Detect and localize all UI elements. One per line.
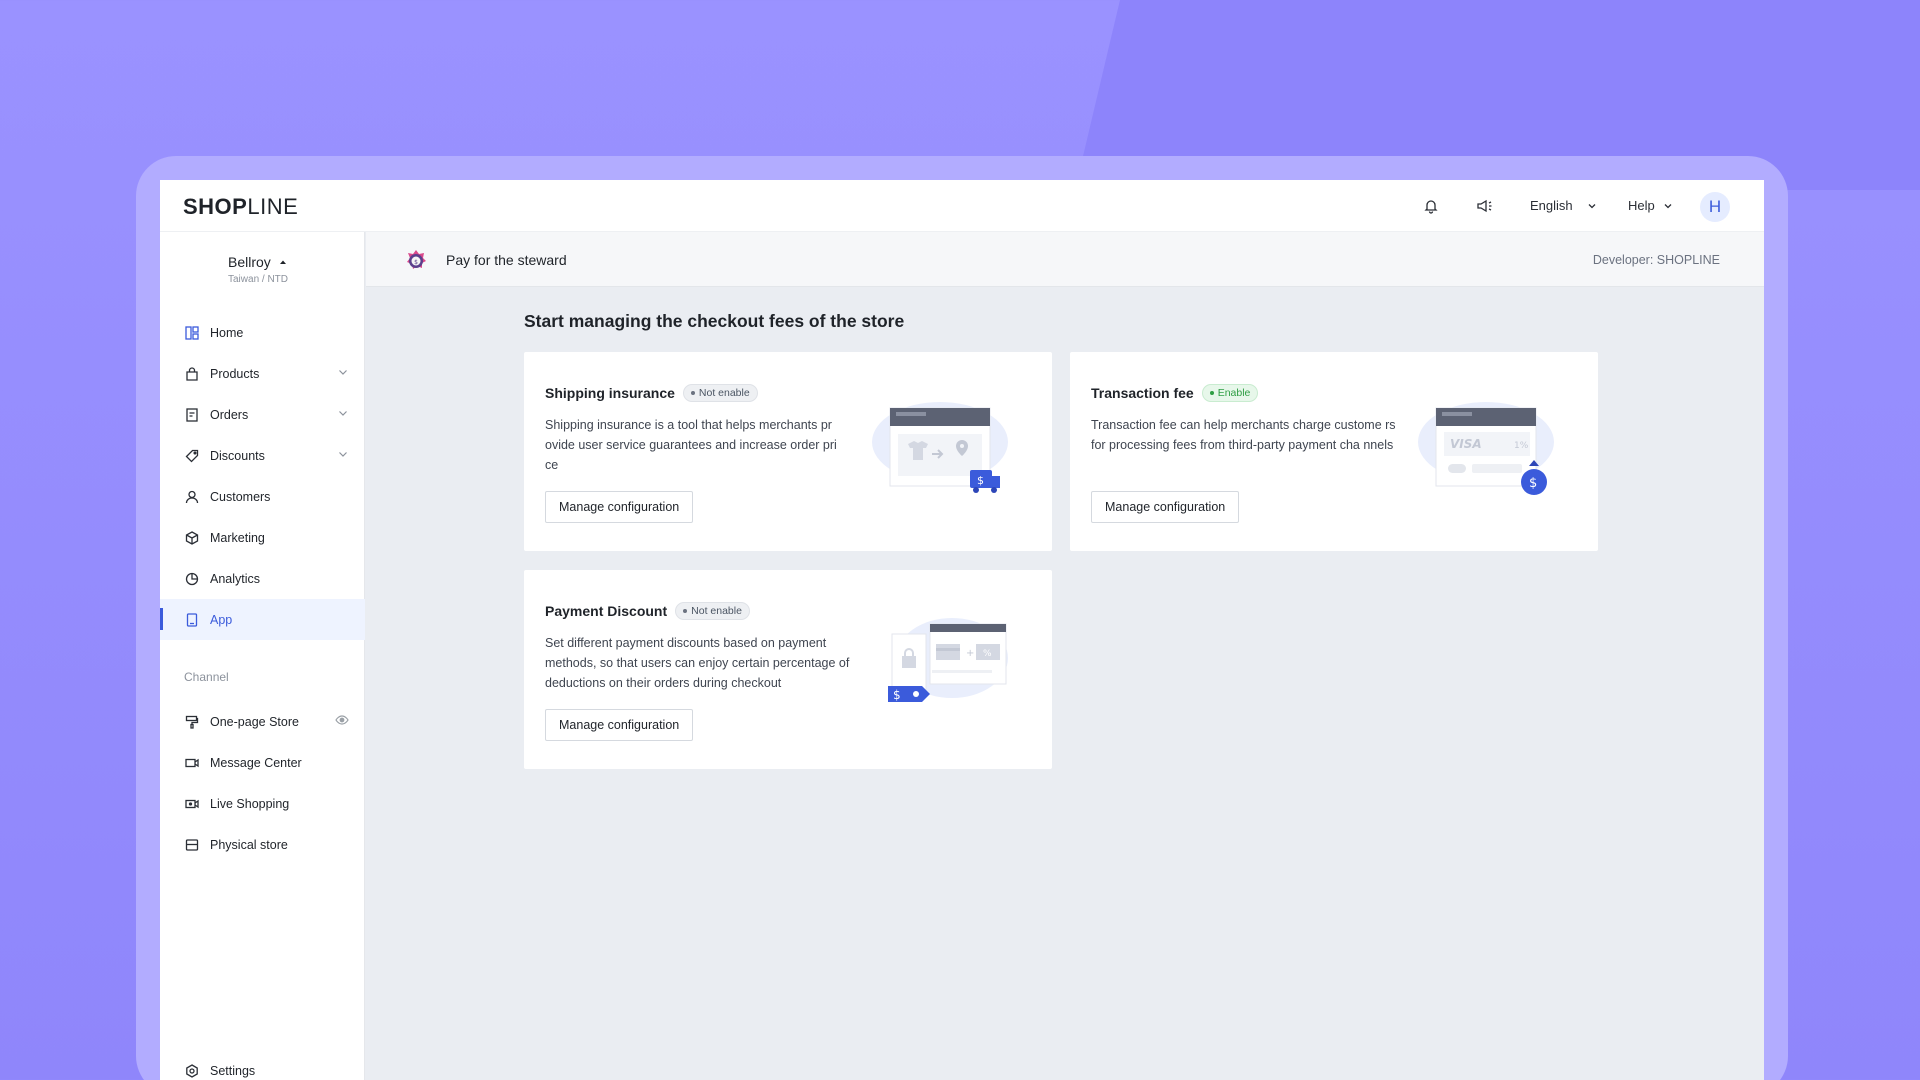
pie-chart-icon	[184, 571, 200, 587]
sidebar-item-label: Customers	[210, 489, 271, 504]
manage-configuration-button[interactable]: Manage configuration	[545, 491, 694, 523]
sidebar-item-app[interactable]: App	[160, 599, 365, 640]
chevron-down-icon	[1664, 203, 1672, 208]
sidebar-item-label: Home	[210, 325, 244, 340]
megaphone-icon[interactable]	[1474, 195, 1496, 217]
sidebar-item-customers[interactable]: Customers	[160, 476, 365, 517]
live-video-icon	[184, 796, 200, 812]
app-icon	[184, 612, 200, 628]
language-label: English	[1530, 198, 1573, 213]
help-label: Help	[1628, 198, 1655, 213]
card-description: Set different payment discounts based on…	[545, 636, 850, 690]
svg-text:$: $	[414, 259, 418, 266]
sidebar-item-live-shopping[interactable]: Live Shopping	[160, 783, 365, 824]
sidebar-item-orders[interactable]: Orders	[160, 394, 365, 435]
svg-text:$: $	[977, 474, 984, 487]
sidebar-item-label: Marketing	[210, 530, 265, 545]
transaction-fee-card: Transaction fee Enable Transaction fee c…	[1070, 352, 1598, 551]
sidebar-item-label: Settings	[210, 1063, 256, 1078]
sidebar-item-marketing[interactable]: Marketing	[160, 517, 365, 558]
paint-roller-icon	[184, 714, 200, 730]
status-badge: Enable	[1201, 384, 1259, 402]
shipping-illustration: $	[872, 402, 1008, 493]
developer-label: Developer: SHOPLINE	[1592, 253, 1720, 267]
payment-discount-illustration: + % $	[888, 618, 1008, 702]
orders-icon	[184, 407, 200, 423]
sidebar-item-label: Message Center	[210, 755, 302, 770]
percent-label: 1%	[1514, 441, 1529, 451]
help-menu[interactable]: Help	[1628, 198, 1673, 213]
dashboard-icon	[184, 325, 200, 341]
page-title: Start managing the checkout fees of the …	[524, 311, 905, 331]
sidebar-item-products[interactable]: Products	[160, 353, 365, 394]
channel-nav: One-page Store Message Center Live Shopp…	[160, 701, 365, 865]
card-title: Shipping insurance	[545, 385, 675, 401]
chevron-down-icon	[339, 370, 347, 375]
svg-text:$: $	[1529, 476, 1537, 491]
status-badge: Not enable	[675, 602, 750, 620]
store-region: Taiwan / NTD	[228, 274, 289, 285]
bag-icon	[184, 366, 200, 382]
visa-label: VISA	[1450, 437, 1482, 451]
tag-icon	[184, 448, 200, 464]
card-description: Shipping insurance is a tool that helps …	[545, 418, 837, 472]
chevron-down-icon	[339, 452, 347, 457]
settings-icon	[184, 1063, 200, 1079]
sidebar-item-label: App	[210, 612, 233, 627]
sidebar-item-physical-store[interactable]: Physical store	[160, 824, 365, 865]
channel-section-label: Channel	[184, 670, 229, 684]
card-title: Payment Discount	[545, 603, 668, 619]
main-nav: Home Products Orders Discounts Customers	[160, 312, 365, 640]
eye-icon[interactable]	[335, 714, 349, 726]
svg-text:+: +	[966, 648, 974, 659]
top-bar: SHOPLINE English Help H	[160, 180, 1764, 232]
shopline-logo[interactable]: SHOPLINE	[183, 194, 298, 220]
status-badge: Not enable	[682, 384, 758, 402]
chevron-down-icon	[1588, 203, 1596, 208]
store-name: Bellroy	[228, 254, 271, 270]
transaction-illustration: VISA 1% $	[1418, 402, 1554, 495]
percent-label: %	[983, 649, 992, 659]
video-icon	[184, 755, 200, 771]
sidebar-item-home[interactable]: Home	[160, 312, 365, 353]
sidebar-item-label: One-page Store	[210, 714, 299, 729]
sidebar-item-label: Orders	[210, 407, 249, 422]
settings-nav: Settings	[160, 1050, 365, 1080]
card-description: Transaction fee can help merchants charg…	[1091, 418, 1396, 452]
sidebar-item-label: Physical store	[210, 837, 288, 852]
sidebar-item-analytics[interactable]: Analytics	[160, 558, 365, 599]
app-logo-icon: $	[407, 250, 426, 269]
manage-configuration-button[interactable]: Manage configuration	[545, 709, 694, 741]
sidebar-item-discounts[interactable]: Discounts	[160, 435, 365, 476]
store-icon	[184, 837, 200, 853]
shipping-insurance-card: Shipping insurance Not enable Shipping i…	[524, 352, 1052, 551]
app-screen: SHOPLINE English Help H Bellroy Taiwan /…	[160, 180, 1764, 1080]
sidebar-item-label: Products	[210, 366, 260, 381]
card-title: Transaction fee	[1091, 385, 1194, 401]
sidebar: Bellroy Taiwan / NTD Home Products Order…	[160, 232, 365, 1080]
chevron-down-icon	[339, 411, 347, 416]
sidebar-item-one-page-store[interactable]: One-page Store	[160, 701, 365, 742]
sidebar-item-label: Analytics	[210, 571, 261, 586]
payment-discount-card: Payment Discount Not enable Set differen…	[524, 570, 1052, 769]
sidebar-item-label: Discounts	[210, 448, 265, 463]
sidebar-item-settings[interactable]: Settings	[160, 1050, 365, 1080]
bell-icon[interactable]	[1420, 195, 1442, 217]
caret-up-icon	[279, 260, 286, 264]
sidebar-item-label: Live Shopping	[210, 796, 290, 811]
app-header: $ Pay for the steward Developer: SHOPLIN…	[366, 232, 1764, 287]
app-title: Pay for the steward	[446, 252, 567, 268]
user-icon	[184, 489, 200, 505]
manage-configuration-button[interactable]: Manage configuration	[1091, 491, 1240, 523]
avatar[interactable]: H	[1700, 192, 1730, 222]
svg-text:$: $	[893, 688, 901, 702]
sidebar-item-message-center[interactable]: Message Center	[160, 742, 365, 783]
store-switcher[interactable]: Bellroy Taiwan / NTD	[228, 254, 288, 285]
language-select[interactable]: English	[1530, 198, 1597, 213]
cube-icon	[184, 530, 200, 546]
